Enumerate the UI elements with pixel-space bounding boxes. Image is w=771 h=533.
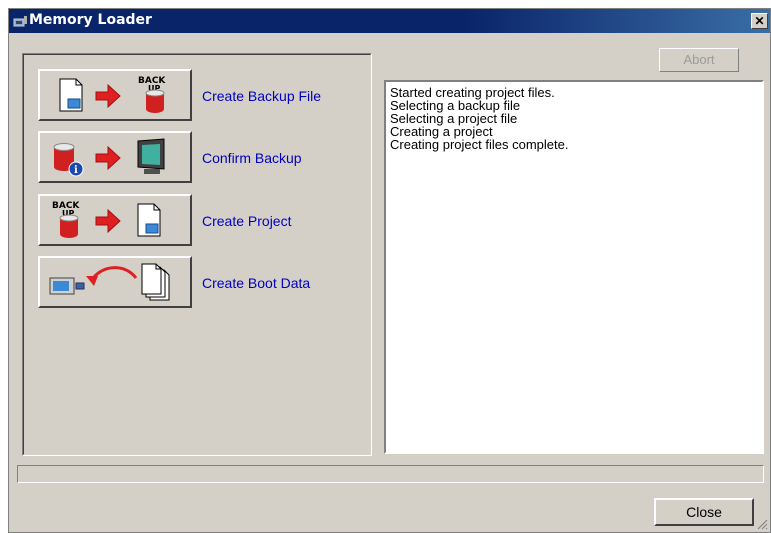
progress-bar [17, 465, 764, 483]
svg-text:i: i [74, 165, 78, 176]
create-boot-data-button[interactable] [38, 256, 192, 308]
arrow-right-icon [95, 145, 121, 171]
log-output[interactable]: Started creating project files. Selectin… [384, 80, 764, 454]
database-info-icon: i [53, 143, 84, 177]
document-icon [137, 203, 161, 237]
backup-database-icon: BACK UP [138, 76, 166, 113]
create-project-label[interactable]: Create Project [202, 213, 291, 229]
action-panel: BACK UP Create Backup File i Confirm Bac… [22, 53, 372, 456]
window-title: Memory Loader [29, 12, 152, 28]
curved-arrow-icon [86, 266, 138, 286]
create-backup-file-label[interactable]: Create Backup File [202, 88, 321, 104]
confirm-backup-button[interactable]: i [38, 131, 192, 183]
memory-loader-window: Memory Loader ✕ BACK UP Create Backup Fi… [8, 8, 771, 533]
create-backup-file-button[interactable]: BACK UP [38, 69, 192, 121]
title-bar[interactable]: Memory Loader ✕ [9, 9, 770, 33]
backup-database-icon: BACK UP [52, 201, 80, 238]
arrow-right-icon [95, 208, 121, 234]
app-icon [13, 16, 27, 27]
close-button[interactable]: Close [654, 498, 754, 526]
abort-button[interactable]: Abort [659, 48, 739, 72]
resize-grip-icon[interactable] [756, 518, 768, 530]
window-close-button[interactable]: ✕ [751, 13, 768, 29]
create-boot-data-label[interactable]: Create Boot Data [202, 275, 310, 291]
log-line: Creating project files complete. [390, 137, 569, 152]
monitor-icon [137, 138, 165, 174]
create-project-button[interactable]: BACK UP [38, 194, 192, 246]
display-unit-icon [49, 277, 85, 295]
document-icon [59, 78, 83, 112]
confirm-backup-label[interactable]: Confirm Backup [202, 150, 302, 166]
documents-stack-icon [141, 263, 170, 301]
arrow-right-icon [95, 83, 121, 109]
